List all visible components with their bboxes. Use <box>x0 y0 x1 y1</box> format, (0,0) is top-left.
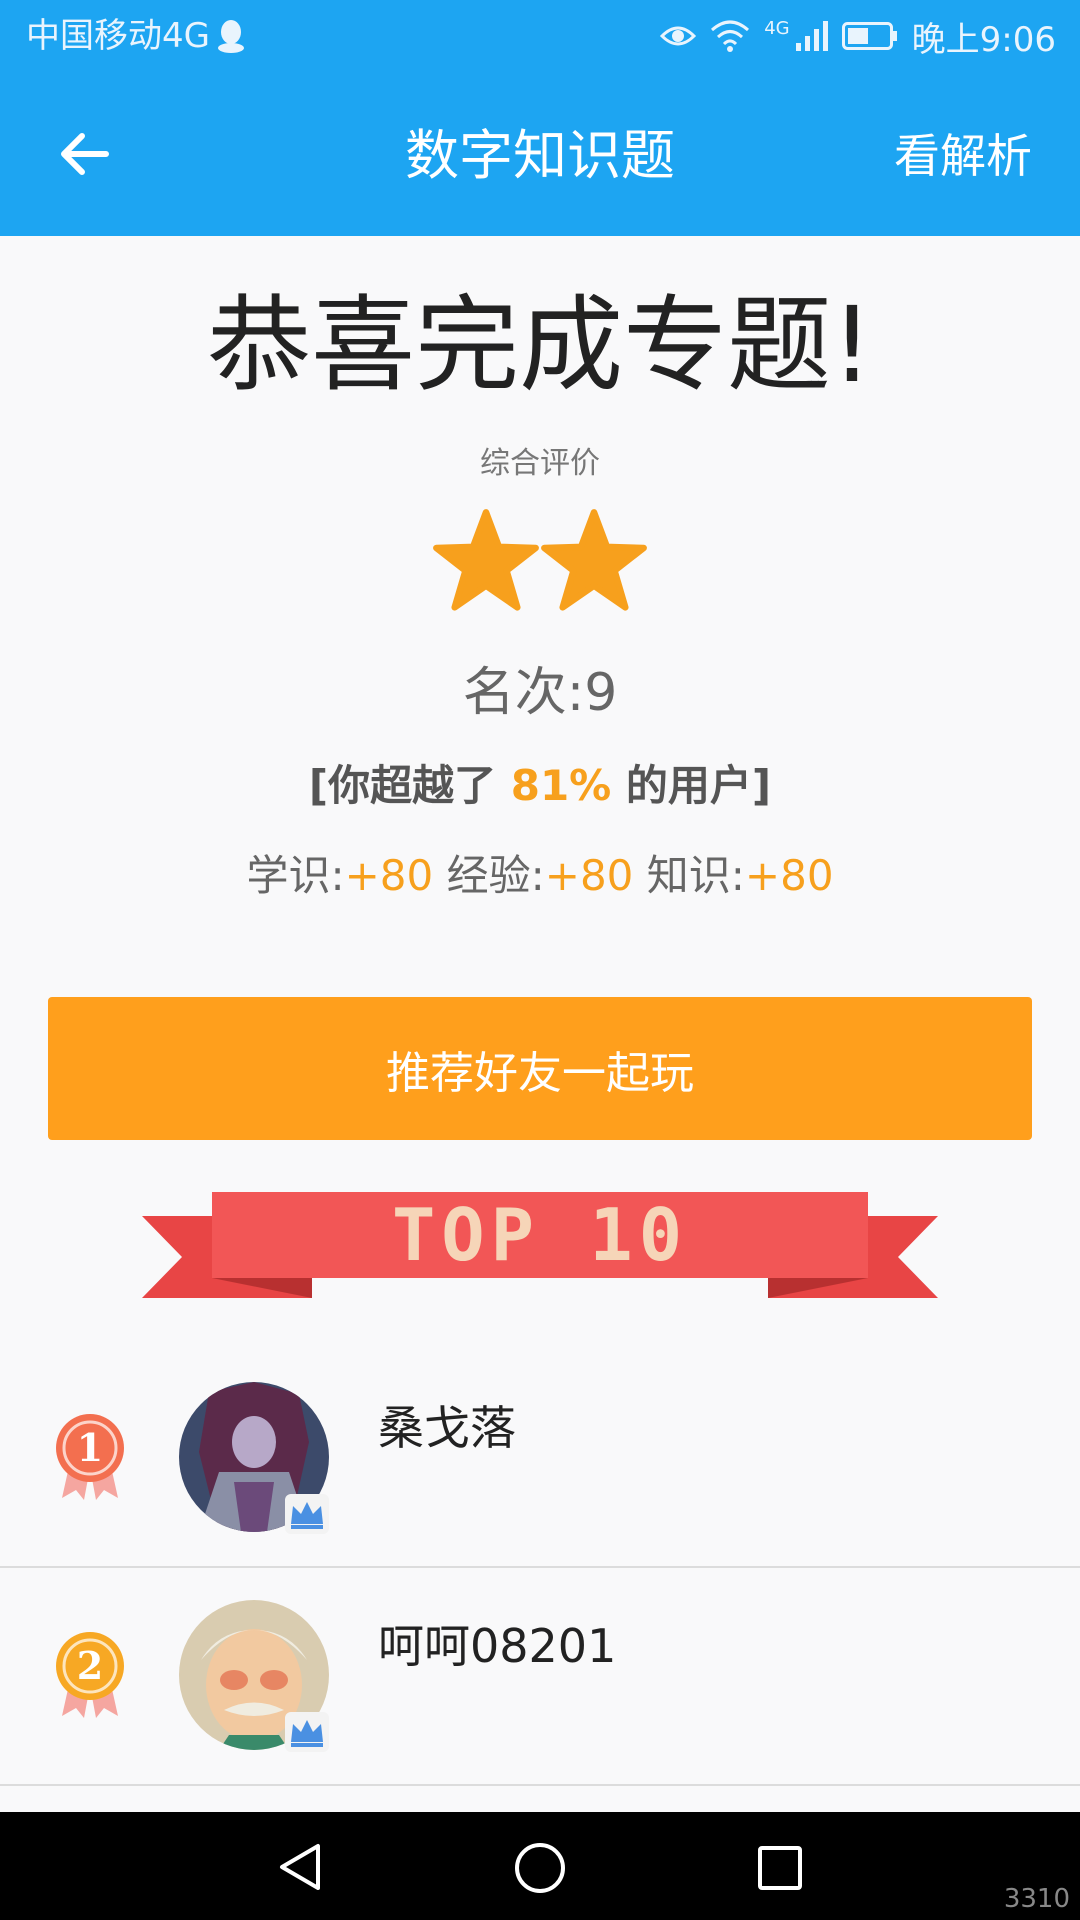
carrier-label: 中国移动4G <box>26 16 210 56</box>
signal-icon <box>795 21 828 51</box>
surpass-prefix: [你超越了 <box>308 761 511 810</box>
view-analysis-button[interactable]: 看解析 <box>894 76 1032 236</box>
eye-icon <box>660 26 697 46</box>
crown-icon <box>285 1494 329 1534</box>
surpass-text: [你超越了 81% 的用户] <box>0 752 1080 813</box>
gain-value: +80 <box>544 851 634 900</box>
banner-text: TOP 10 <box>392 1193 688 1277</box>
divider <box>0 1784 1080 1786</box>
status-icons: 4G 晚上9:06 <box>660 14 1056 60</box>
crown-icon <box>285 1712 329 1752</box>
user-name: 呵呵08201 <box>378 1619 617 1673</box>
gain-value: +80 <box>744 851 834 900</box>
battery-icon <box>841 22 897 50</box>
completion-headline: 恭喜完成专题! <box>207 284 873 406</box>
qq-icon <box>217 20 244 53</box>
gain-label: 知识: <box>646 851 745 900</box>
recommend-friends-button[interactable]: 推荐好友一起玩 <box>48 997 1032 1140</box>
rating-stars <box>0 508 1080 616</box>
network-type: 4G <box>764 18 790 39</box>
watermark: 3310 <box>1003 1884 1070 1914</box>
app-bar: 数字知识题 看解析 <box>0 76 1080 236</box>
star-icon <box>433 509 539 611</box>
gain-value: +80 <box>344 851 434 900</box>
user-name: 桑戈落 <box>378 1401 516 1455</box>
leaderboard-row[interactable]: 2 呵呵08201 <box>0 1568 1080 1784</box>
home-circle-icon[interactable] <box>513 1841 567 1895</box>
leaderboard-row[interactable]: 1 桑戈落 <box>0 1350 1080 1566</box>
system-nav-bar: 3310 <box>0 1812 1080 1920</box>
gain-label: 经验: <box>446 851 545 900</box>
status-bar: 中国移动4G 4G 晚上9:06 <box>0 0 1080 76</box>
clock: 晚上9:06 <box>911 19 1056 60</box>
surpass-suffix: 的用户] <box>611 761 772 810</box>
top10-ribbon-banner: TOP 10 <box>142 1192 938 1298</box>
rank-text: 名次:9 <box>462 663 618 723</box>
medal-rank: 1 <box>77 1425 103 1470</box>
wifi-icon <box>711 20 750 52</box>
reward-gains: 学识:+80 经验:+80 知识:+80 <box>0 842 1080 903</box>
recents-square-icon[interactable] <box>756 1844 804 1892</box>
carrier-group: 中国移动4G <box>26 14 246 58</box>
star-icon <box>541 509 647 611</box>
back-triangle-icon[interactable] <box>276 1842 326 1892</box>
evaluation-label: 综合评价 <box>480 446 600 481</box>
medal-icon: 2 <box>56 1632 124 1718</box>
medal-icon: 1 <box>56 1414 124 1500</box>
surpass-percent: 81% <box>510 761 612 810</box>
medal-rank: 2 <box>77 1643 103 1688</box>
gain-label: 学识: <box>246 851 345 900</box>
